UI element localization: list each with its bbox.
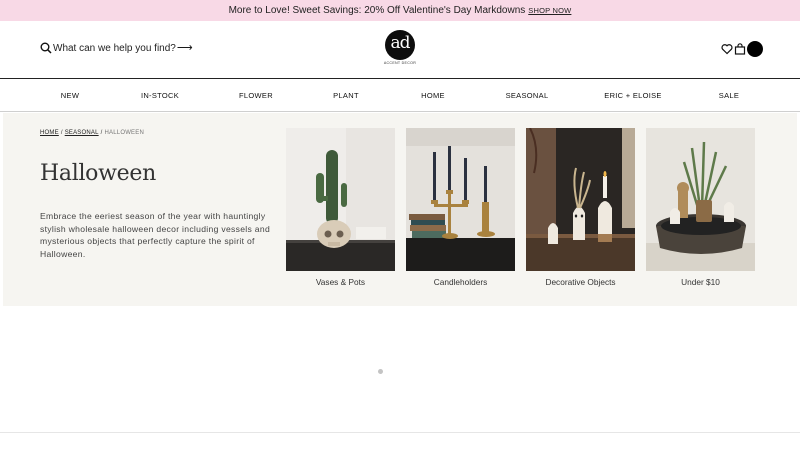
category-label: Decorative Objects [545, 277, 616, 287]
nav-flower[interactable]: FLOWER [239, 91, 273, 100]
site-logo[interactable]: ad ACCENT DECOR [383, 30, 417, 70]
promo-text: More to Love! Sweet Savings: 20% Off Val… [228, 5, 526, 16]
nav-in-stock[interactable]: IN-STOCK [141, 91, 179, 100]
account-icon[interactable] [747, 41, 763, 57]
search-icon [40, 42, 52, 54]
cactus-skull-image [286, 128, 395, 271]
search-placeholder: What can we help you find? [53, 42, 176, 54]
bag-icon[interactable] [734, 43, 746, 55]
breadcrumb: HOME / SEASONAL / HALLOWEEN [40, 130, 144, 136]
nav-home[interactable]: HOME [421, 91, 445, 100]
promo-banner: More to Love! Sweet Savings: 20% Off Val… [0, 0, 800, 21]
category-card-vases-pots[interactable]: Vases & Pots [286, 128, 395, 287]
breadcrumb-separator: / [60, 130, 63, 136]
site-header: What can we help you find? ⟶ ad ACCENT D… [0, 21, 800, 78]
category-card-under-10[interactable]: Under $10 [646, 128, 755, 287]
nav-new[interactable]: NEW [61, 91, 79, 100]
footer-divider [0, 432, 800, 433]
ghost-figures-image [526, 128, 635, 271]
header-actions [721, 41, 763, 57]
breadcrumb-current: HALLOWEEN [104, 130, 144, 136]
breadcrumb-separator: / [100, 130, 103, 136]
candelabra-image [406, 128, 515, 271]
category-label: Under $10 [681, 277, 720, 287]
category-hero: HOME / SEASONAL / HALLOWEEN Halloween Embrac… [3, 113, 797, 306]
page-description: Embrace the eeriest season of the year w… [40, 211, 271, 259]
nav-plant[interactable]: PLANT [333, 91, 359, 100]
logo-wordmark: ACCENT DECOR [383, 61, 417, 65]
logo-mark: ad [385, 30, 415, 60]
category-card-candleholders[interactable]: Candleholders [406, 128, 515, 287]
arrow-right-icon: ⟶ [176, 42, 193, 54]
nav-eric-eloise[interactable]: ERIC + ELOISE [604, 91, 661, 100]
category-label: Vases & Pots [315, 277, 366, 287]
page-title: Halloween [40, 161, 156, 186]
nav-sale[interactable]: SALE [719, 91, 739, 100]
heart-icon[interactable] [721, 43, 733, 55]
category-label: Candleholders [433, 277, 488, 287]
spooky-planter-image [646, 128, 755, 271]
shop-now-link[interactable]: SHOP NOW [528, 6, 571, 15]
breadcrumb-home[interactable]: HOME [40, 130, 59, 136]
search-bar[interactable]: What can we help you find? ⟶ [40, 42, 193, 54]
loading-dot [378, 369, 383, 374]
category-card-decorative-objects[interactable]: Decorative Objects [526, 128, 635, 287]
breadcrumb-seasonal[interactable]: SEASONAL [65, 130, 99, 136]
main-nav: NEW IN-STOCK FLOWER PLANT HOME SEASONAL … [0, 78, 800, 112]
nav-seasonal[interactable]: SEASONAL [506, 91, 549, 100]
